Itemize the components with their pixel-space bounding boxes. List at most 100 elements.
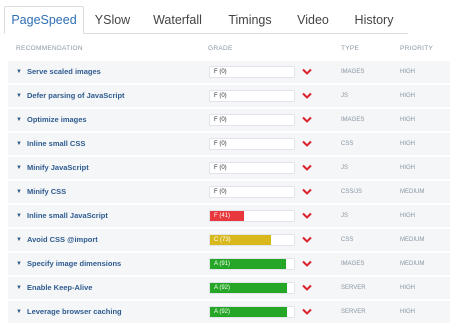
chevron-down-icon[interactable]: [302, 235, 312, 245]
chevron-down-icon[interactable]: [302, 187, 312, 197]
grade-bar: F (41): [209, 210, 295, 222]
priority-label: MEDIUM: [400, 189, 425, 195]
type-label: CSS: [341, 141, 354, 147]
recommendation-name[interactable]: Serve scaled images: [27, 61, 101, 83]
table-row[interactable]: ▼ Enable Keep-Alive A (92) SERVER HIGH: [8, 277, 450, 301]
tab-yslow[interactable]: YSlow: [84, 6, 141, 34]
chevron-down-icon[interactable]: [302, 283, 312, 293]
type-label: SERVER: [341, 285, 366, 291]
expand-arrow-icon[interactable]: ▼: [16, 165, 22, 171]
chevron-down-icon[interactable]: [302, 139, 312, 149]
grade-bar: A (91): [209, 258, 295, 270]
expand-arrow-icon[interactable]: ▼: [16, 309, 22, 315]
expand-arrow-icon[interactable]: ▼: [16, 285, 22, 291]
grade-bar: A (92): [209, 282, 295, 294]
recommendation-name[interactable]: Minify CSS: [27, 181, 66, 203]
table-row[interactable]: ▼ Avoid CSS @import C (73) CSS MEDIUM: [8, 229, 450, 253]
priority-label: HIGH: [400, 309, 415, 315]
expand-arrow-icon[interactable]: ▼: [16, 117, 22, 123]
table-row[interactable]: ▼ Minify JavaScript F (0) JS HIGH: [8, 157, 450, 181]
tab-pagespeed[interactable]: PageSpeed: [4, 6, 84, 34]
chevron-down-icon[interactable]: [302, 67, 312, 77]
recommendations-table: ▼ Serve scaled images F (0) IMAGES HIGH ▼ Defe…: [8, 61, 450, 323]
recommendation-name[interactable]: Optimize images: [27, 109, 87, 131]
type-label: IMAGES: [341, 69, 365, 75]
tab-video[interactable]: Video: [286, 6, 340, 34]
expand-arrow-icon[interactable]: ▼: [16, 261, 22, 267]
grade-bar: F (0): [209, 138, 295, 150]
column-header-grade: GRADE: [208, 45, 233, 52]
table-row[interactable]: ▼ Inline small JavaScript F (41) JS HIGH: [8, 205, 450, 229]
table-header: RECOMMENDATION GRADE TYPE PRIORITY: [0, 45, 453, 57]
table-row[interactable]: ▼ Specify image dimensions A (91) IMAGES MED…: [8, 253, 450, 277]
type-label: IMAGES: [341, 261, 365, 267]
priority-label: HIGH: [400, 69, 415, 75]
grade-label: A (92): [214, 309, 231, 315]
tab-waterfall[interactable]: Waterfall: [141, 6, 214, 34]
type-label: SERVER: [341, 309, 366, 315]
results-tabs: PageSpeed YSlow Waterfall Timings Video …: [4, 6, 408, 34]
type-label: CSS: [341, 237, 354, 243]
tab-timings[interactable]: Timings: [214, 6, 286, 34]
grade-label: A (91): [214, 261, 231, 267]
chevron-down-icon[interactable]: [302, 211, 312, 221]
recommendation-name[interactable]: Leverage browser caching: [27, 301, 122, 323]
recommendation-name[interactable]: Defer parsing of JavaScript: [27, 85, 125, 107]
table-row[interactable]: ▼ Inline small CSS F (0) CSS HIGH: [8, 133, 450, 157]
recommendation-name[interactable]: Inline small CSS: [27, 133, 85, 155]
recommendation-name[interactable]: Avoid CSS @import: [27, 229, 98, 251]
expand-arrow-icon[interactable]: ▼: [16, 93, 22, 99]
column-header-recommendation: RECOMMENDATION: [16, 45, 83, 52]
table-row[interactable]: ▼ Defer parsing of JavaScript F (0) JS HIGH: [8, 85, 450, 109]
column-header-priority: PRIORITY: [400, 45, 434, 52]
chevron-down-icon[interactable]: [302, 259, 312, 269]
recommendation-name[interactable]: Minify JavaScript: [27, 157, 89, 179]
priority-label: HIGH: [400, 165, 415, 171]
chevron-down-icon[interactable]: [302, 163, 312, 173]
table-row[interactable]: ▼ Minify CSS F (0) CSS/JS MEDIUM: [8, 181, 450, 205]
grade-label: F (0): [214, 69, 227, 75]
priority-label: HIGH: [400, 285, 415, 291]
grade-label: A (92): [214, 285, 231, 291]
grade-bar: F (0): [209, 114, 295, 126]
type-label: JS: [341, 165, 349, 171]
recommendation-name[interactable]: Specify image dimensions: [27, 253, 121, 275]
table-row[interactable]: ▼ Serve scaled images F (0) IMAGES HIGH: [8, 61, 450, 85]
column-header-type: TYPE: [341, 45, 360, 52]
chevron-down-icon[interactable]: [302, 91, 312, 101]
priority-label: HIGH: [400, 117, 415, 123]
grade-label: F (0): [214, 165, 227, 171]
type-label: CSS/JS: [341, 189, 363, 195]
grade-bar: F (0): [209, 162, 295, 174]
grade-label: F (0): [214, 189, 227, 195]
grade-bar: F (0): [209, 186, 295, 198]
grade-label: F (0): [214, 93, 227, 99]
expand-arrow-icon[interactable]: ▼: [16, 237, 22, 243]
priority-label: HIGH: [400, 93, 415, 99]
grade-label: C (73): [214, 237, 231, 243]
chevron-down-icon[interactable]: [302, 307, 312, 317]
priority-label: MEDIUM: [400, 237, 425, 243]
grade-bar: C (73): [209, 234, 295, 246]
expand-arrow-icon[interactable]: ▼: [16, 141, 22, 147]
type-label: IMAGES: [341, 117, 365, 123]
expand-arrow-icon[interactable]: ▼: [16, 189, 22, 195]
priority-label: HIGH: [400, 213, 415, 219]
grade-label: F (0): [214, 141, 227, 147]
recommendation-name[interactable]: Inline small JavaScript: [27, 205, 108, 227]
type-label: JS: [341, 93, 349, 99]
grade-bar: F (0): [209, 66, 295, 78]
table-row[interactable]: ▼ Optimize images F (0) IMAGES HIGH: [8, 109, 450, 133]
expand-arrow-icon[interactable]: ▼: [16, 69, 22, 75]
recommendation-name[interactable]: Enable Keep-Alive: [27, 277, 92, 299]
table-row[interactable]: ▼ Leverage browser caching A (92) SERVER HIG…: [8, 301, 450, 323]
grade-label: F (41): [214, 213, 231, 219]
priority-label: HIGH: [400, 141, 415, 147]
type-label: JS: [341, 213, 349, 219]
grade-label: F (0): [214, 117, 227, 123]
priority-label: MEDIUM: [400, 261, 425, 267]
chevron-down-icon[interactable]: [302, 115, 312, 125]
tab-history[interactable]: History: [340, 6, 408, 34]
grade-bar: F (0): [209, 90, 295, 102]
expand-arrow-icon[interactable]: ▼: [16, 213, 22, 219]
